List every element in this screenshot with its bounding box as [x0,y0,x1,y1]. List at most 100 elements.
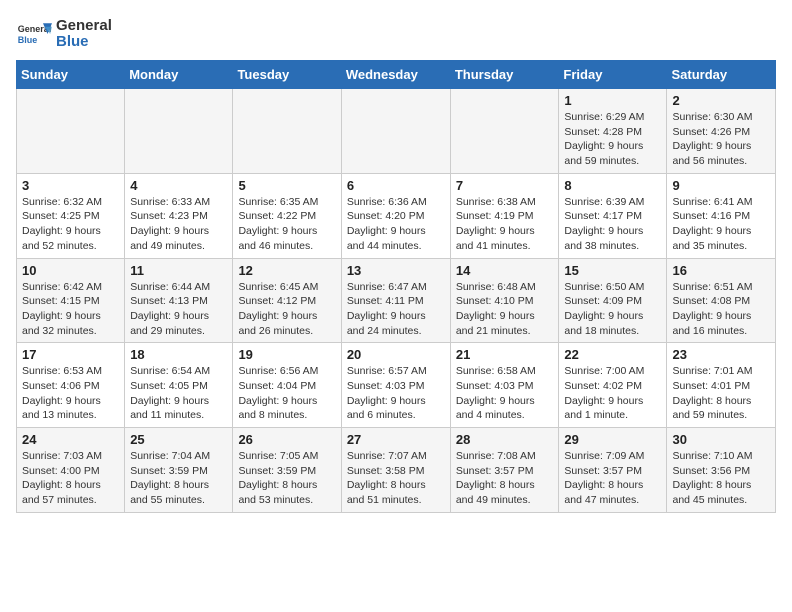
day-number: 4 [130,178,227,193]
day-number: 6 [347,178,445,193]
day-number: 25 [130,432,227,447]
calendar-cell: 8 Sunrise: 6:39 AM Sunset: 4:17 PM Daylig… [559,173,667,258]
calendar-cell: 23 Sunrise: 7:01 AM Sunset: 4:01 PM Dayli… [667,343,776,428]
calendar-cell [450,89,559,174]
calendar-week-row: 17 Sunrise: 6:53 AM Sunset: 4:06 PM Dayli… [17,343,776,428]
page-header: General Blue General Blue [16,16,776,52]
day-number: 18 [130,347,227,362]
day-info: Sunrise: 6:36 AM Sunset: 4:20 PM Dayligh… [347,195,445,254]
day-info: Sunrise: 7:08 AM Sunset: 3:57 PM Dayligh… [456,449,554,508]
calendar-week-row: 24Sunrise: 7:03 AM Sunset: 4:00 PM Dayli… [17,428,776,513]
day-info: Sunrise: 6:53 AM Sunset: 4:06 PM Dayligh… [22,364,119,423]
weekday-header: Tuesday [233,61,341,89]
calendar-cell: 12Sunrise: 6:45 AM Sunset: 4:12 PM Dayli… [233,258,341,343]
calendar-cell: 5 Sunrise: 6:35 AM Sunset: 4:22 PM Daylig… [233,173,341,258]
day-number: 11 [130,263,227,278]
day-number: 5 [238,178,335,193]
day-info: Sunrise: 6:54 AM Sunset: 4:05 PM Dayligh… [130,364,227,423]
calendar-week-row: 3 Sunrise: 6:32 AM Sunset: 4:25 PM Daylig… [17,173,776,258]
day-number: 8 [564,178,661,193]
calendar-cell: 13 Sunrise: 6:47 AM Sunset: 4:11 PM Dayli… [341,258,450,343]
calendar-cell: 25Sunrise: 7:04 AM Sunset: 3:59 PM Dayli… [125,428,233,513]
day-info: Sunrise: 6:35 AM Sunset: 4:22 PM Dayligh… [238,195,335,254]
logo-icon: General Blue [16,16,52,52]
day-info: Sunrise: 7:07 AM Sunset: 3:58 PM Dayligh… [347,449,445,508]
calendar-cell: 26 Sunrise: 7:05 AM Sunset: 3:59 PM Dayli… [233,428,341,513]
day-info: Sunrise: 6:33 AM Sunset: 4:23 PM Dayligh… [130,195,227,254]
calendar-cell: 6 Sunrise: 6:36 AM Sunset: 4:20 PM Daylig… [341,173,450,258]
day-number: 29 [564,432,661,447]
calendar-cell: 3 Sunrise: 6:32 AM Sunset: 4:25 PM Daylig… [17,173,125,258]
day-number: 27 [347,432,445,447]
calendar-table: SundayMondayTuesdayWednesdayThursdayFrid… [16,60,776,513]
calendar-cell: 10 Sunrise: 6:42 AM Sunset: 4:15 PM Dayli… [17,258,125,343]
calendar-header-row: SundayMondayTuesdayWednesdayThursdayFrid… [17,61,776,89]
day-number: 10 [22,263,119,278]
day-info: Sunrise: 6:39 AM Sunset: 4:17 PM Dayligh… [564,195,661,254]
day-info: Sunrise: 6:50 AM Sunset: 4:09 PM Dayligh… [564,280,661,339]
day-number: 22 [564,347,661,362]
day-info: Sunrise: 6:57 AM Sunset: 4:03 PM Dayligh… [347,364,445,423]
day-number: 15 [564,263,661,278]
day-info: Sunrise: 6:58 AM Sunset: 4:03 PM Dayligh… [456,364,554,423]
day-number: 19 [238,347,335,362]
calendar-cell: 11 Sunrise: 6:44 AM Sunset: 4:13 PM Dayli… [125,258,233,343]
calendar-cell [17,89,125,174]
calendar-cell: 14Sunrise: 6:48 AM Sunset: 4:10 PM Dayli… [450,258,559,343]
calendar-cell: 1Sunrise: 6:29 AM Sunset: 4:28 PM Daylig… [559,89,667,174]
logo-blue: Blue [56,34,112,51]
calendar-cell [233,89,341,174]
calendar-cell: 9 Sunrise: 6:41 AM Sunset: 4:16 PM Daylig… [667,173,776,258]
calendar-week-row: 1Sunrise: 6:29 AM Sunset: 4:28 PM Daylig… [17,89,776,174]
calendar-cell [125,89,233,174]
day-info: Sunrise: 6:32 AM Sunset: 4:25 PM Dayligh… [22,195,119,254]
calendar-cell: 19 Sunrise: 6:56 AM Sunset: 4:04 PM Dayli… [233,343,341,428]
day-number: 21 [456,347,554,362]
calendar-cell: 21 Sunrise: 6:58 AM Sunset: 4:03 PM Dayli… [450,343,559,428]
day-number: 16 [672,263,770,278]
day-number: 30 [672,432,770,447]
calendar-cell: 4 Sunrise: 6:33 AM Sunset: 4:23 PM Daylig… [125,173,233,258]
day-number: 26 [238,432,335,447]
day-info: Sunrise: 6:44 AM Sunset: 4:13 PM Dayligh… [130,280,227,339]
day-info: Sunrise: 7:09 AM Sunset: 3:57 PM Dayligh… [564,449,661,508]
day-number: 7 [456,178,554,193]
day-info: Sunrise: 6:47 AM Sunset: 4:11 PM Dayligh… [347,280,445,339]
day-number: 9 [672,178,770,193]
calendar-cell: 15 Sunrise: 6:50 AM Sunset: 4:09 PM Dayli… [559,258,667,343]
day-number: 13 [347,263,445,278]
calendar-cell: 2Sunrise: 6:30 AM Sunset: 4:26 PM Daylig… [667,89,776,174]
calendar-cell: 28 Sunrise: 7:08 AM Sunset: 3:57 PM Dayli… [450,428,559,513]
day-number: 28 [456,432,554,447]
weekday-header: Saturday [667,61,776,89]
svg-text:Blue: Blue [18,35,38,45]
day-info: Sunrise: 6:29 AM Sunset: 4:28 PM Dayligh… [564,110,661,169]
day-info: Sunrise: 7:10 AM Sunset: 3:56 PM Dayligh… [672,449,770,508]
day-number: 12 [238,263,335,278]
weekday-header: Wednesday [341,61,450,89]
day-number: 14 [456,263,554,278]
day-number: 3 [22,178,119,193]
calendar-cell: 20Sunrise: 6:57 AM Sunset: 4:03 PM Dayli… [341,343,450,428]
day-info: Sunrise: 7:01 AM Sunset: 4:01 PM Dayligh… [672,364,770,423]
calendar-cell [341,89,450,174]
calendar-cell: 27 Sunrise: 7:07 AM Sunset: 3:58 PM Dayli… [341,428,450,513]
weekday-header: Thursday [450,61,559,89]
day-info: Sunrise: 6:51 AM Sunset: 4:08 PM Dayligh… [672,280,770,339]
day-info: Sunrise: 6:56 AM Sunset: 4:04 PM Dayligh… [238,364,335,423]
day-info: Sunrise: 7:00 AM Sunset: 4:02 PM Dayligh… [564,364,661,423]
calendar-cell: 30 Sunrise: 7:10 AM Sunset: 3:56 PM Dayli… [667,428,776,513]
day-info: Sunrise: 6:41 AM Sunset: 4:16 PM Dayligh… [672,195,770,254]
weekday-header: Sunday [17,61,125,89]
calendar-week-row: 10 Sunrise: 6:42 AM Sunset: 4:15 PM Dayli… [17,258,776,343]
day-number: 24 [22,432,119,447]
logo-general: General [56,18,112,35]
day-number: 17 [22,347,119,362]
calendar-cell: 16 Sunrise: 6:51 AM Sunset: 4:08 PM Dayli… [667,258,776,343]
day-info: Sunrise: 7:05 AM Sunset: 3:59 PM Dayligh… [238,449,335,508]
day-number: 23 [672,347,770,362]
calendar-cell: 22 Sunrise: 7:00 AM Sunset: 4:02 PM Dayli… [559,343,667,428]
day-info: Sunrise: 6:42 AM Sunset: 4:15 PM Dayligh… [22,280,119,339]
calendar-cell: 7Sunrise: 6:38 AM Sunset: 4:19 PM Daylig… [450,173,559,258]
day-info: Sunrise: 6:30 AM Sunset: 4:26 PM Dayligh… [672,110,770,169]
